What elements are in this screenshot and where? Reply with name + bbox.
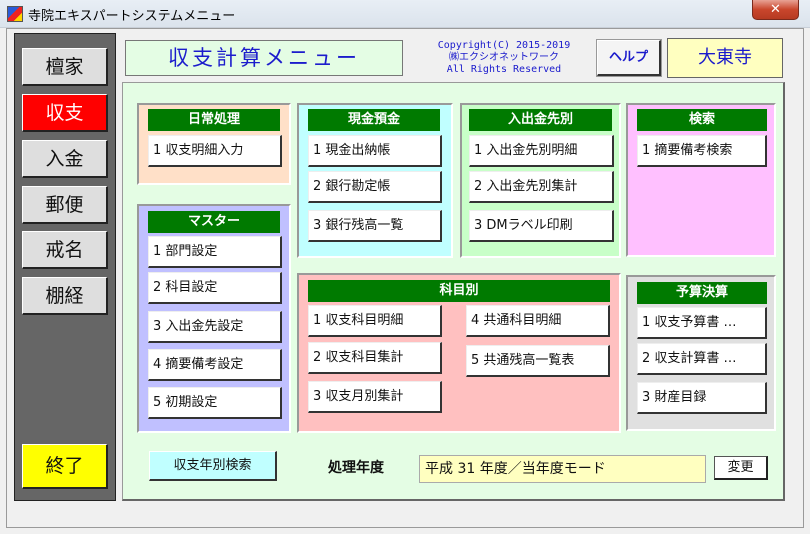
- cash-button-2[interactable]: 2 銀行勘定帳: [308, 171, 442, 203]
- processing-year-field: 平成 31 年度／当年度モード: [419, 455, 706, 483]
- panel-cash-title: 現金預金: [308, 109, 440, 131]
- master-button-2[interactable]: 2 科目設定: [148, 272, 282, 304]
- panel-budget: 予算決算 1 収支予算書 … 2 収支計算書 … 3 財産目録: [626, 275, 776, 431]
- cash-button-1[interactable]: 1 現金出納帳: [308, 135, 442, 167]
- sidebar: 檀家 収支 入金 郵便 戒名 棚経 終了: [14, 33, 116, 501]
- account-button-4[interactable]: 4 共通科目明細: [466, 305, 610, 337]
- master-button-5[interactable]: 5 初期設定: [148, 387, 282, 419]
- window-title: 寺院エキスパートシステムメニュー: [28, 9, 236, 24]
- sidebar-item-shushi[interactable]: 収支: [22, 94, 108, 132]
- panel-search: 検索 1 摘要備考検索: [626, 103, 776, 257]
- sidebar-item-yubin[interactable]: 郵便: [22, 186, 108, 224]
- app-icon: [7, 6, 23, 22]
- master-button-1[interactable]: 1 部門設定: [148, 236, 282, 268]
- copyright-line: ㈱エクシオネットワーク: [449, 52, 559, 63]
- sidebar-item-kaimyo[interactable]: 戒名: [22, 231, 108, 269]
- copyright-line: All Rights Reserved: [446, 64, 562, 75]
- copyright-notice: Copyright(C) 2015-2019 ㈱エクシオネットワーク All R…: [415, 40, 593, 76]
- close-button[interactable]: ✕: [752, 0, 799, 20]
- panel-account: 科目別 1 収支科目明細 2 収支科目集計 3 収支月別集計 4 共通科目明細 …: [297, 273, 621, 433]
- account-button-1[interactable]: 1 収支科目明細: [308, 305, 442, 337]
- account-button-3[interactable]: 3 収支月別集計: [308, 381, 442, 413]
- partner-button-3[interactable]: 3 DMラベル印刷: [469, 210, 614, 242]
- master-button-3[interactable]: 3 入出金先設定: [148, 311, 282, 343]
- help-button[interactable]: ヘルプ: [596, 39, 662, 77]
- page-title: 収支計算メニュー: [125, 40, 403, 76]
- account-button-2[interactable]: 2 収支科目集計: [308, 342, 442, 374]
- master-button-4[interactable]: 4 摘要備考設定: [148, 349, 282, 381]
- panel-partner-title: 入出金先別: [469, 109, 612, 131]
- budget-button-3[interactable]: 3 財産目録: [637, 382, 767, 414]
- processing-year-label: 処理年度: [328, 460, 384, 476]
- daily-button-1[interactable]: 1 収支明細入力: [148, 135, 282, 167]
- panel-daily: 日常処理 1 収支明細入力: [137, 103, 291, 185]
- panel-account-title: 科目別: [308, 280, 610, 302]
- sidebar-item-tanagyo[interactable]: 棚経: [22, 277, 108, 315]
- search-button-1[interactable]: 1 摘要備考検索: [637, 135, 767, 167]
- panel-master-title: マスター: [148, 211, 280, 233]
- budget-button-1[interactable]: 1 収支予算書 …: [637, 307, 767, 339]
- yearly-search-button[interactable]: 収支年別検索: [149, 451, 277, 481]
- cash-button-3[interactable]: 3 銀行残高一覧: [308, 210, 442, 242]
- partner-button-2[interactable]: 2 入出金先別集計: [469, 171, 614, 203]
- account-button-5[interactable]: 5 共通残高一覧表: [466, 345, 610, 377]
- exit-button[interactable]: 終了: [22, 444, 108, 489]
- panel-master: マスター 1 部門設定 2 科目設定 3 入出金先設定 4 摘要備考設定 5 初…: [137, 204, 291, 433]
- panel-budget-title: 予算決算: [637, 282, 767, 304]
- sidebar-item-nyukin[interactable]: 入金: [22, 140, 108, 178]
- close-icon: ✕: [770, 2, 781, 17]
- temple-name: 大東寺: [667, 38, 783, 78]
- sidebar-item-danka[interactable]: 檀家: [22, 48, 108, 86]
- budget-button-2[interactable]: 2 収支計算書 …: [637, 343, 767, 375]
- change-year-button[interactable]: 変更: [714, 456, 768, 480]
- copyright-line: Copyright(C) 2015-2019: [437, 40, 571, 51]
- panel-daily-title: 日常処理: [148, 109, 280, 131]
- panel-partner: 入出金先別 1 入出金先別明細 2 入出金先別集計 3 DMラベル印刷: [460, 103, 621, 258]
- partner-button-1[interactable]: 1 入出金先別明細: [469, 135, 614, 167]
- panel-cash: 現金預金 1 現金出納帳 2 銀行勘定帳 3 銀行残高一覧: [297, 103, 453, 258]
- panel-search-title: 検索: [637, 109, 767, 131]
